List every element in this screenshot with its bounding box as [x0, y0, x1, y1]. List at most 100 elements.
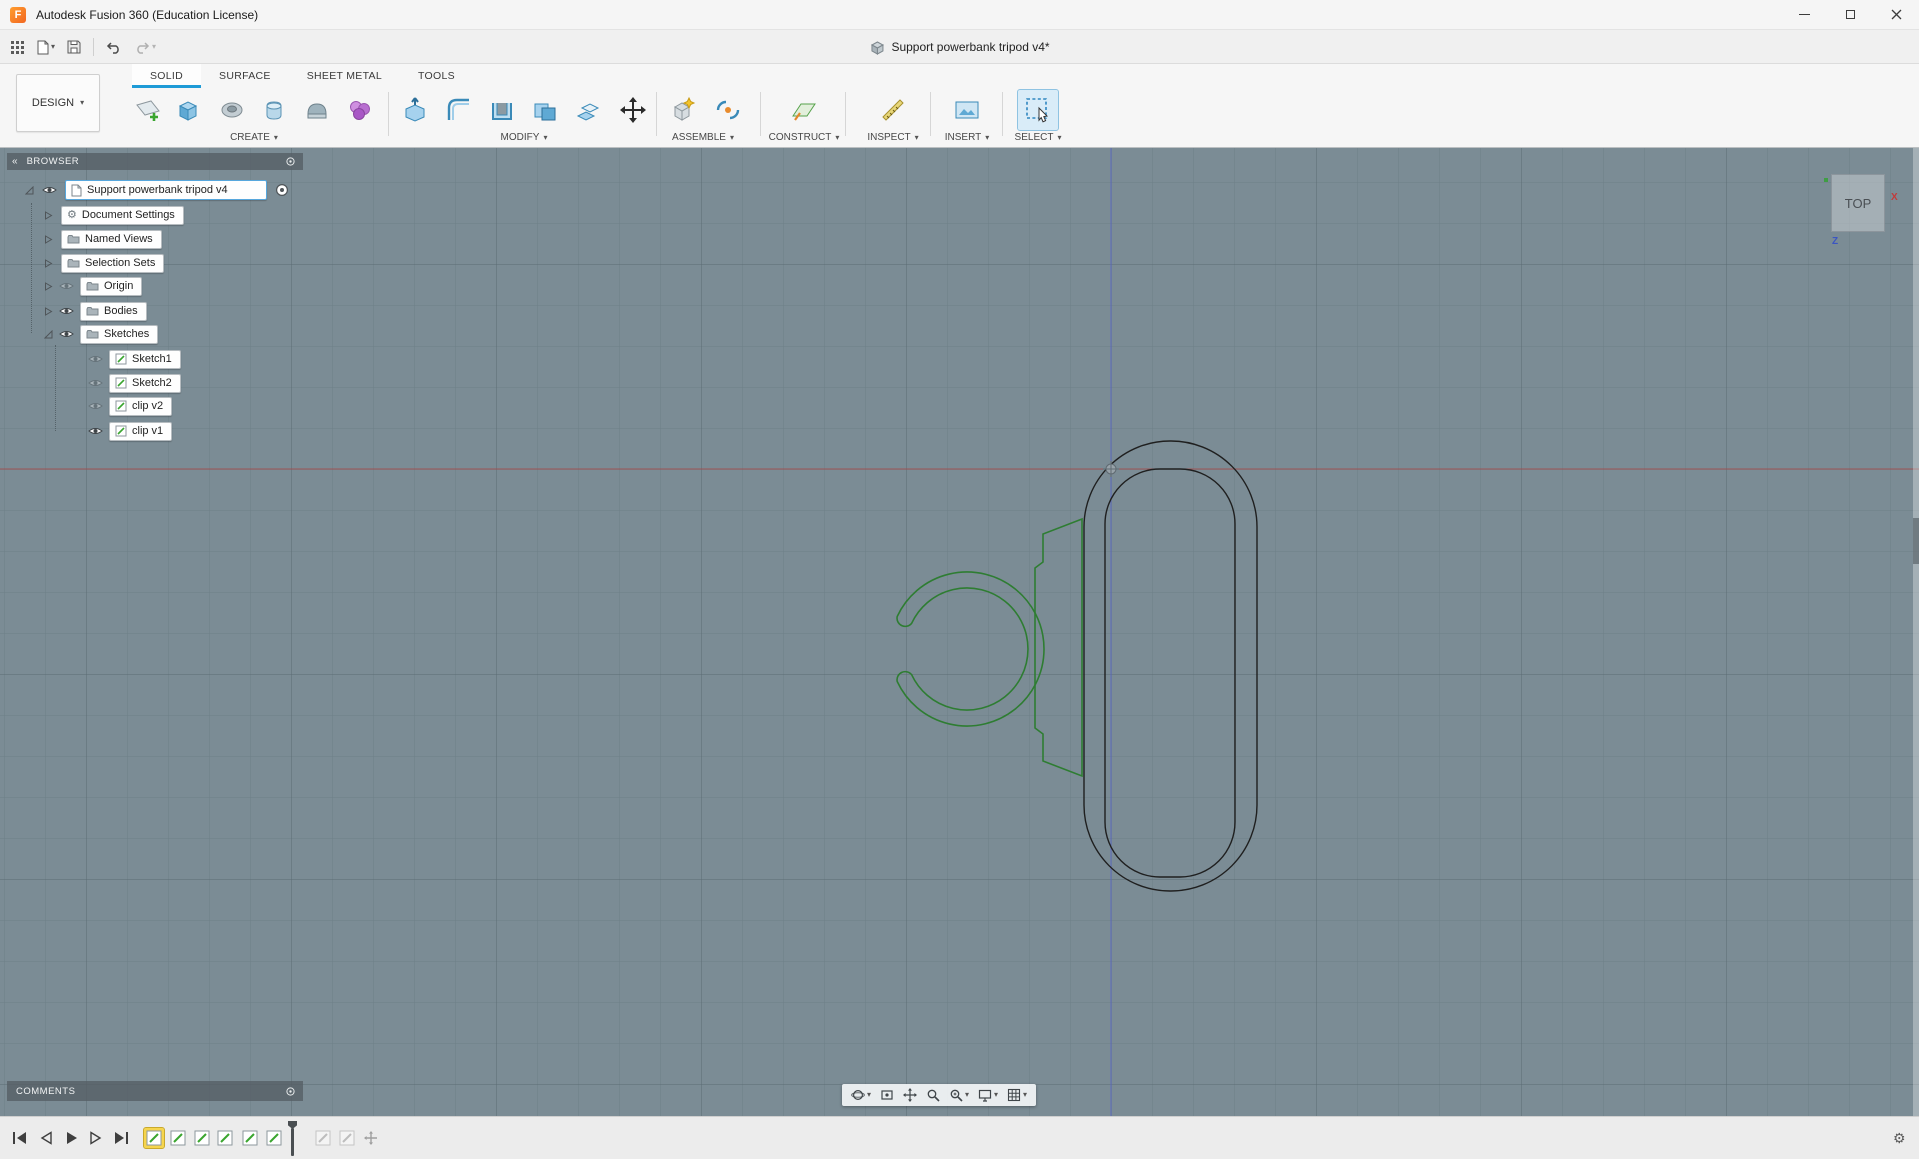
create-box-button[interactable] — [168, 90, 208, 130]
visibility-eye-icon[interactable] — [88, 426, 103, 436]
data-panel-button[interactable] — [10, 40, 25, 55]
save-button[interactable] — [67, 40, 81, 54]
create-sketch-button[interactable] — [128, 90, 168, 130]
insert-canvas-button[interactable] — [947, 90, 987, 130]
group-inspect[interactable]: INSPECT ▾ — [867, 132, 918, 143]
collapse-panel-icon[interactable]: « — [12, 156, 18, 167]
document-tab[interactable]: Support powerbank tripod v4* — [869, 30, 1050, 64]
timeline-settings-button[interactable]: ⚙ — [1893, 1117, 1906, 1159]
press-pull-button[interactable] — [395, 90, 435, 130]
workspace-selector[interactable]: DESIGN ▾ — [16, 74, 100, 132]
minimize-button[interactable] — [1781, 0, 1827, 29]
orbit-button[interactable]: ▾ — [851, 1088, 871, 1102]
pan-button[interactable] — [903, 1088, 918, 1102]
timeline-feature-sketch[interactable] — [264, 1128, 284, 1148]
create-form-button[interactable] — [297, 90, 337, 130]
create-cylinder-button[interactable] — [254, 90, 294, 130]
timeline-feature-suppressed[interactable] — [361, 1128, 381, 1148]
close-button[interactable] — [1873, 0, 1919, 29]
timeline-step-back-button[interactable] — [40, 1131, 52, 1145]
browser-item-document-settings[interactable]: ⚙ Document Settings — [61, 205, 184, 225]
redo-button[interactable]: ▾ — [134, 41, 156, 54]
canvas-scrollbar[interactable] — [1913, 148, 1919, 1116]
tab-tools[interactable]: TOOLS — [400, 64, 473, 88]
visibility-eye-icon[interactable] — [59, 329, 74, 339]
tab-sheet-metal[interactable]: SHEET METAL — [289, 64, 400, 88]
navigation-bar: ▾ ▾ ▾ ▾ — [842, 1084, 1037, 1106]
tab-surface[interactable]: SURFACE — [201, 64, 289, 88]
zoom-button[interactable] — [926, 1088, 940, 1102]
group-create[interactable]: CREATE ▾ — [230, 132, 278, 143]
visibility-eye-off-icon[interactable] — [88, 354, 103, 364]
select-button[interactable] — [1017, 89, 1059, 131]
offset-face-button[interactable] — [568, 90, 608, 130]
file-menu-button[interactable]: ▾ — [37, 40, 55, 55]
group-construct[interactable]: CONSTRUCT ▾ — [769, 132, 840, 143]
measure-button[interactable] — [873, 90, 913, 130]
fit-button[interactable]: ▾ — [949, 1088, 969, 1102]
combine-button[interactable] — [525, 90, 565, 130]
look-at-button[interactable] — [880, 1088, 894, 1102]
activate-component-radio[interactable] — [275, 183, 289, 197]
visibility-eye-off-icon[interactable] — [88, 401, 103, 411]
browser-item-bodies[interactable]: Bodies — [80, 301, 147, 321]
browser-item-selection-sets[interactable]: Selection Sets — [61, 253, 165, 273]
viewcube[interactable]: TOP — [1831, 174, 1885, 232]
expand-comments-icon[interactable] — [286, 1086, 295, 1096]
expand-arrow-icon[interactable] — [44, 281, 53, 291]
timeline-skip-start-button[interactable] — [12, 1131, 27, 1145]
browser-item-root-document[interactable]: Support powerbank tripod v4 — [65, 180, 267, 200]
expand-arrow-icon[interactable] — [44, 210, 53, 220]
group-insert[interactable]: INSERT ▾ — [945, 132, 990, 143]
tab-solid[interactable]: SOLID — [132, 64, 202, 88]
browser-item-sketch2[interactable]: Sketch2 — [109, 373, 181, 393]
collapse-arrow-icon[interactable] — [44, 329, 53, 339]
display-settings-button[interactable]: ▾ — [978, 1088, 998, 1102]
browser-header[interactable]: « BROWSER — [7, 153, 303, 170]
shell-button[interactable] — [482, 90, 522, 130]
timeline-step-forward-button[interactable] — [90, 1131, 102, 1145]
group-assemble[interactable]: ASSEMBLE ▾ — [672, 132, 734, 143]
timeline-skip-end-button[interactable] — [114, 1131, 129, 1145]
joint-button[interactable] — [708, 90, 748, 130]
expand-arrow-icon[interactable] — [44, 258, 53, 268]
comments-bar[interactable]: COMMENTS — [7, 1081, 303, 1101]
panel-options-icon[interactable] — [286, 157, 295, 166]
construct-plane-button[interactable] — [784, 90, 824, 130]
timeline-play-button[interactable] — [66, 1131, 78, 1145]
timeline-feature-sketch[interactable] — [215, 1128, 235, 1148]
browser-item-named-views[interactable]: Named Views — [61, 229, 162, 249]
timeline-feature-sketch[interactable] — [168, 1128, 188, 1148]
timeline-feature-sketch[interactable] — [192, 1128, 212, 1148]
timeline-feature-suppressed[interactable] — [337, 1128, 357, 1148]
browser-item-origin[interactable]: Origin — [80, 276, 143, 296]
browser-item-clip-v1[interactable]: clip v1 — [109, 421, 173, 441]
timeline-feature-sketch[interactable] — [143, 1127, 165, 1149]
timeline-feature-suppressed[interactable] — [313, 1128, 333, 1148]
browser-item-sketch1[interactable]: Sketch1 — [109, 349, 181, 369]
timeline-feature-sketch[interactable] — [240, 1128, 260, 1148]
visibility-eye-icon[interactable] — [59, 306, 74, 316]
new-component-button[interactable] — [662, 90, 702, 130]
model-viewport[interactable]: TOP X Z « BROWSER Support powerbank trip… — [0, 148, 1919, 1116]
browser-item-clip-v2[interactable]: clip v2 — [109, 396, 173, 416]
grid-settings-button[interactable]: ▾ — [1007, 1088, 1027, 1102]
fillet-button[interactable] — [439, 90, 479, 130]
group-modify[interactable]: MODIFY ▾ — [501, 132, 548, 143]
maximize-button[interactable] — [1827, 0, 1873, 29]
visibility-eye-off-icon[interactable] — [59, 281, 74, 291]
move-copy-button[interactable] — [613, 90, 653, 130]
create-plastic-rule-button[interactable] — [340, 90, 380, 130]
expand-arrow-icon[interactable] — [44, 306, 53, 316]
canvas-scrollbar-handle[interactable] — [1913, 518, 1919, 564]
visibility-eye-icon[interactable] — [42, 185, 57, 195]
visibility-eye-off-icon[interactable] — [88, 378, 103, 388]
timeline-position-marker[interactable] — [288, 1121, 297, 1156]
create-revolve-button[interactable] — [212, 90, 252, 130]
undo-button[interactable] — [106, 41, 122, 54]
group-select[interactable]: SELECT ▾ — [1015, 132, 1062, 143]
caret-down-icon: ▾ — [835, 132, 840, 142]
expand-arrow-icon[interactable] — [44, 234, 53, 244]
browser-item-sketches[interactable]: Sketches — [80, 324, 159, 344]
collapse-arrow-icon[interactable] — [25, 185, 34, 195]
